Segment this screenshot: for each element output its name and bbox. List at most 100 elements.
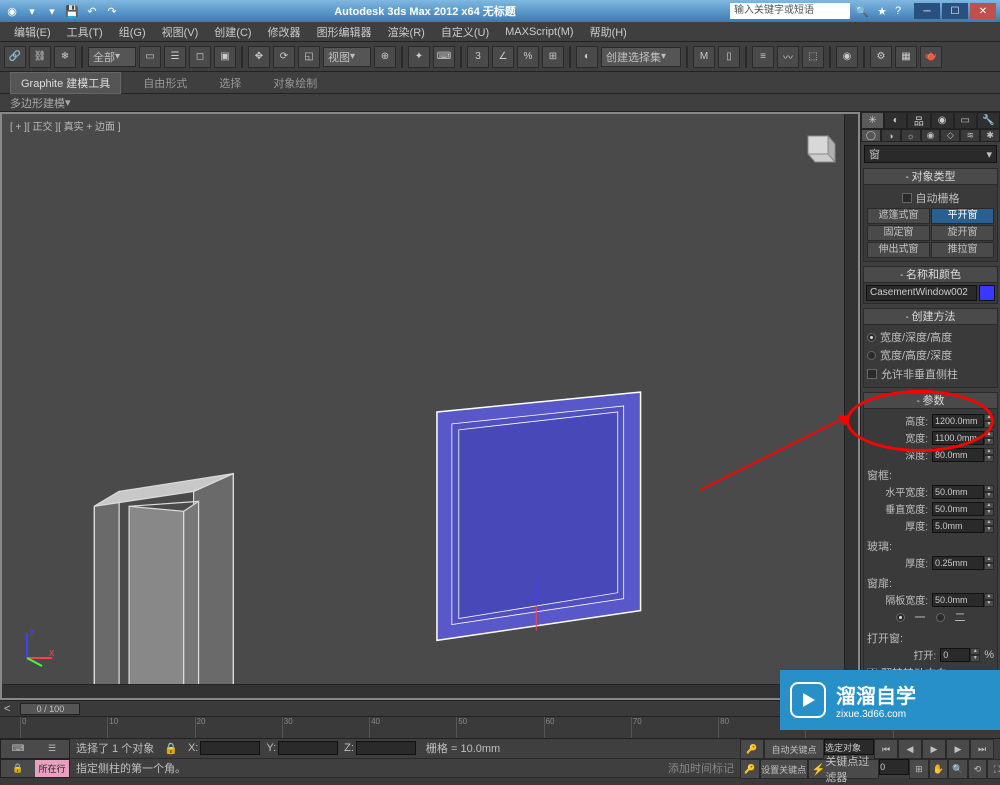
rollout-header[interactable]: - 对象类型	[864, 169, 997, 185]
nav-max-icon[interactable]: ⛶	[987, 759, 1000, 779]
spacewarps-subtab-icon[interactable]: ≋	[960, 129, 980, 142]
layer-icon[interactable]: ≡	[752, 46, 774, 68]
object-color-swatch[interactable]	[979, 285, 995, 301]
ribbon-tab-selection[interactable]: 选择	[209, 73, 251, 93]
angle-snap-icon[interactable]: ∠	[492, 46, 514, 68]
panel-w-spinner[interactable]	[932, 593, 984, 607]
create-tab-icon[interactable]: ✳	[861, 112, 884, 129]
render-setup-icon[interactable]: ⚙	[870, 46, 892, 68]
bind-icon[interactable]: ❄	[54, 46, 76, 68]
lights-subtab-icon[interactable]: ☼	[901, 129, 921, 142]
menu-edit[interactable]: 编辑(E)	[6, 22, 59, 42]
ribbon-tab-paint[interactable]: 对象绘制	[263, 73, 327, 93]
move-icon[interactable]: ✥	[248, 46, 270, 68]
new-icon[interactable]: ▾	[24, 3, 40, 19]
schematic-icon[interactable]: ⬚	[802, 46, 824, 68]
close-button[interactable]: ✕	[970, 3, 996, 19]
glass-thick-spinner[interactable]	[932, 556, 984, 570]
open-icon[interactable]: ▾	[44, 3, 60, 19]
cm-radio-1[interactable]	[867, 333, 876, 342]
align-icon[interactable]: ▯	[718, 46, 740, 68]
ref-coord-dropdown[interactable]: 视图 ▾	[323, 47, 371, 67]
toggle-icon[interactable]: ☰	[35, 740, 69, 758]
helpers-subtab-icon[interactable]: ◇	[940, 129, 960, 142]
leaf-one-radio[interactable]	[896, 613, 905, 622]
minimize-button[interactable]: ─	[914, 3, 940, 19]
app-icon[interactable]: ◉	[4, 3, 20, 19]
hframe-spinner[interactable]	[932, 485, 984, 499]
play-prev-icon[interactable]: ◀	[898, 739, 922, 759]
motion-tab-icon[interactable]: ◉	[931, 112, 954, 129]
redo-icon[interactable]: ↷	[104, 3, 120, 19]
viewport[interactable]: [ + ][ 正交 ][ 真实 + 边面 ]	[0, 112, 860, 700]
menu-graph[interactable]: 图形编辑器	[309, 22, 380, 42]
cameras-subtab-icon[interactable]: ◉	[921, 129, 941, 142]
viewport-scroll-h[interactable]	[2, 684, 858, 698]
type-pivoted[interactable]: 旋开窗	[931, 225, 994, 241]
time-config-icon[interactable]: ⊞	[909, 759, 929, 779]
material-icon[interactable]: ◉	[836, 46, 858, 68]
play-start-icon[interactable]: ⏮	[874, 739, 898, 759]
nonvert-checkbox[interactable]	[867, 369, 877, 379]
menu-help[interactable]: 帮助(H)	[582, 22, 635, 42]
type-fixed[interactable]: 固定窗	[867, 225, 930, 241]
star-icon[interactable]: ★	[874, 3, 890, 19]
nav-zoom-icon[interactable]: 🔍	[948, 759, 968, 779]
named-sel-icon[interactable]: ◐	[576, 46, 598, 68]
setkey-button[interactable]: 设置关键点	[760, 759, 808, 779]
select-rect-icon[interactable]: ◻	[189, 46, 211, 68]
coord-y[interactable]	[278, 741, 338, 755]
menu-create[interactable]: 创建(C)	[206, 22, 259, 42]
cm-radio-2[interactable]	[867, 351, 876, 360]
nav-orbit-icon[interactable]: ⟲	[968, 759, 988, 779]
link-icon[interactable]: 🔗	[4, 46, 26, 68]
spinner-snap-icon[interactable]: ⊞	[542, 46, 564, 68]
menu-maxscript[interactable]: MAXScript(M)	[497, 24, 581, 40]
percent-snap-icon[interactable]: %	[517, 46, 539, 68]
window-crossing-icon[interactable]: ▣	[214, 46, 236, 68]
autokey-button[interactable]: 自动关键点	[764, 739, 824, 759]
menu-views[interactable]: 视图(V)	[154, 22, 207, 42]
auto-grid-checkbox[interactable]	[902, 193, 912, 203]
setkey-icon[interactable]: 🔑	[740, 759, 760, 779]
width-spinner[interactable]	[932, 431, 984, 445]
modify-tab-icon[interactable]: ◐	[884, 112, 907, 129]
time-slider-handle[interactable]: 0 / 100	[20, 703, 80, 715]
viewport-scroll-v[interactable]	[844, 114, 858, 684]
key-filters-button[interactable]: ⚡关键点过滤器	[808, 759, 879, 779]
ribbon-tab-graphite[interactable]: Graphite 建模工具	[10, 72, 121, 94]
named-selection-set[interactable]: 创建选择集 ▾	[601, 47, 681, 67]
pivot-icon[interactable]: ⊕	[374, 46, 396, 68]
type-projected[interactable]: 伸出式窗	[867, 242, 930, 258]
keyboard-icon[interactable]: ⌨	[433, 46, 455, 68]
rendered-frame-icon[interactable]: ▦	[895, 46, 917, 68]
rotate-icon[interactable]: ⟳	[273, 46, 295, 68]
type-casement[interactable]: 平开窗	[931, 208, 994, 224]
category-dropdown[interactable]: 窗▾	[864, 145, 997, 163]
play-next-icon[interactable]: ▶	[946, 739, 970, 759]
utilities-tab-icon[interactable]: 🔧	[977, 112, 1000, 129]
hierarchy-tab-icon[interactable]: 品	[907, 112, 930, 129]
menu-group[interactable]: 组(G)	[111, 22, 154, 42]
type-awning[interactable]: 遮篷式窗	[867, 208, 930, 224]
geometry-subtab-icon[interactable]: ◯	[861, 129, 881, 142]
mini-listener-icon[interactable]: ⌨	[1, 740, 35, 758]
systems-subtab-icon[interactable]: ✱	[980, 129, 1000, 142]
leaf-two-radio[interactable]	[936, 613, 945, 622]
scale-icon[interactable]: ◱	[298, 46, 320, 68]
vframe-spinner[interactable]	[932, 502, 984, 516]
type-sliding[interactable]: 推拉窗	[931, 242, 994, 258]
menu-render[interactable]: 渲染(R)	[380, 22, 433, 42]
nav-pan-icon[interactable]: ✋	[929, 759, 949, 779]
unlink-icon[interactable]: ⛓	[29, 46, 51, 68]
save-icon[interactable]: 💾	[64, 3, 80, 19]
coord-x[interactable]	[200, 741, 260, 755]
display-tab-icon[interactable]: ▭	[954, 112, 977, 129]
play-icon[interactable]: ▶	[922, 739, 946, 759]
lock-icon[interactable]: 🔒	[1, 760, 35, 778]
menu-modifiers[interactable]: 修改器	[260, 22, 309, 42]
add-time-tag[interactable]: 添加时间标记	[668, 760, 734, 776]
shapes-subtab-icon[interactable]: ◑	[881, 129, 901, 142]
thick-spinner[interactable]	[932, 519, 984, 533]
menu-tools[interactable]: 工具(T)	[59, 22, 111, 42]
